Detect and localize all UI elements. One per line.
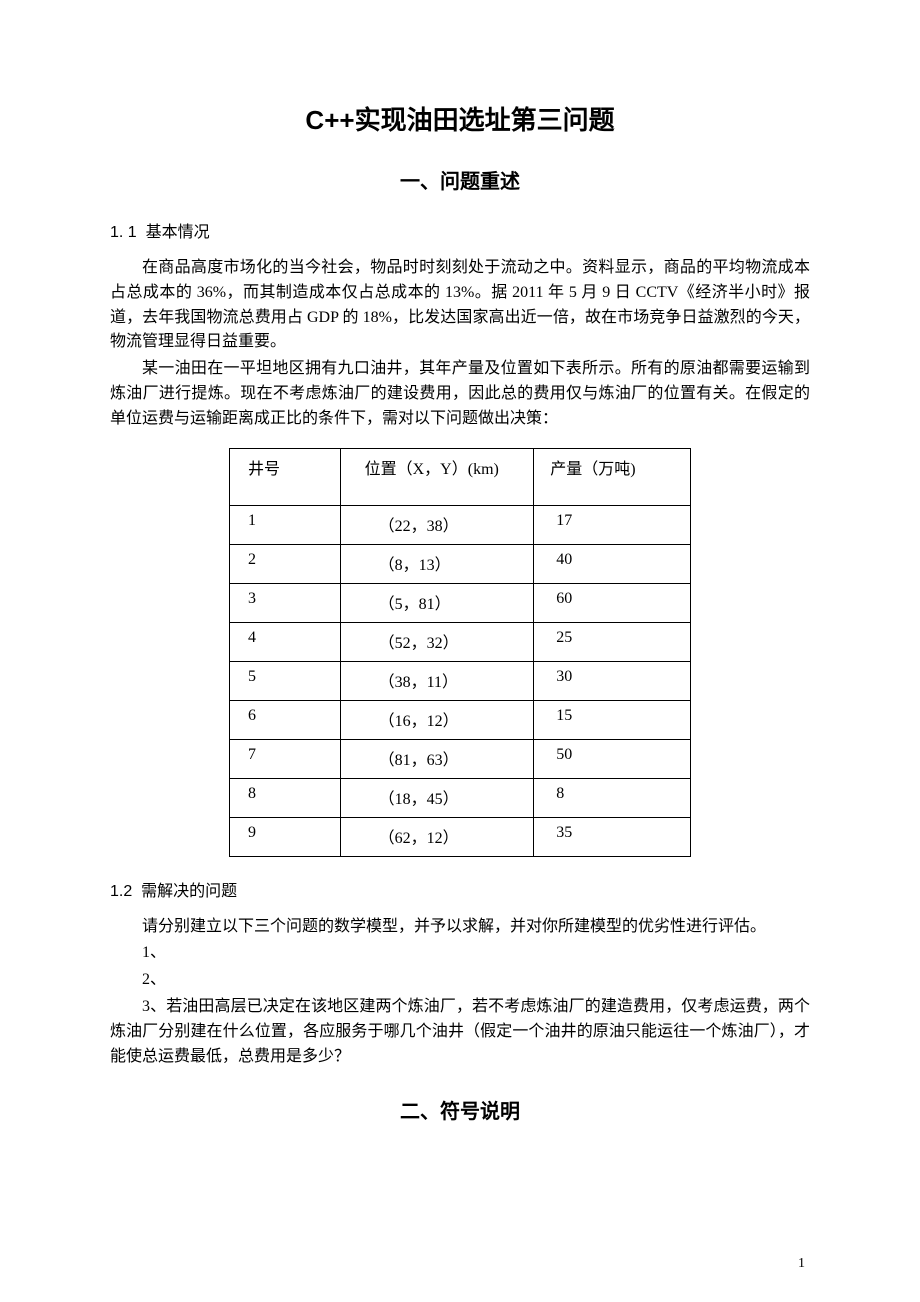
cell-id: 6	[230, 700, 341, 739]
paragraph: 请分别建立以下三个问题的数学模型，并予以求解，并对你所建模型的优劣性进行评估。	[110, 915, 810, 940]
list-item: 1、	[110, 941, 810, 966]
table-row: 2 （8，13） 40	[230, 544, 691, 583]
subsection-1-1-heading: 1. 1 基本情况	[110, 218, 810, 242]
document-page: C++实现油田选址第三问题 一、问题重述 1. 1 基本情况 在商品高度市场化的…	[0, 0, 920, 1302]
cell-out: 8	[534, 778, 691, 817]
cell-out: 60	[534, 583, 691, 622]
list-item: 3、若油田高层已决定在该地区建两个炼油厂，若不考虑炼油厂的建造费用，仅考虑运费，…	[110, 995, 810, 1069]
table-header-row: 井号 位置（X，Y）(km) 产量（万吨)	[230, 448, 691, 505]
cell-out: 35	[534, 817, 691, 856]
cell-id: 3	[230, 583, 341, 622]
cell-pos: （16，12）	[340, 700, 534, 739]
cell-out: 25	[534, 622, 691, 661]
cell-out: 50	[534, 739, 691, 778]
cell-pos: （8，13）	[340, 544, 534, 583]
cell-pos: （52，32）	[340, 622, 534, 661]
paragraph: 某一油田在一平坦地区拥有九口油井，其年产量及位置如下表所示。所有的原油都需要运输…	[110, 357, 810, 431]
cell-id: 7	[230, 739, 341, 778]
paragraph: 在商品高度市场化的当今社会，物品时时刻刻处于流动之中。资料显示，商品的平均物流成…	[110, 256, 810, 355]
table-row: 9 （62，12） 35	[230, 817, 691, 856]
table-body: 1 （22，38） 17 2 （8，13） 40 3 （5，81） 60 4 （…	[230, 505, 691, 856]
subsection-number: 1. 1	[110, 224, 137, 241]
cell-pos: （62，12）	[340, 817, 534, 856]
cell-id: 4	[230, 622, 341, 661]
cell-id: 1	[230, 505, 341, 544]
cell-id: 9	[230, 817, 341, 856]
section-1-heading: 一、问题重述	[110, 165, 810, 194]
table-row: 3 （5，81） 60	[230, 583, 691, 622]
cell-id: 8	[230, 778, 341, 817]
cell-id: 2	[230, 544, 341, 583]
table-row: 8 （18，45） 8	[230, 778, 691, 817]
table-header-cell: 位置（X，Y）(km)	[340, 448, 534, 505]
oil-well-table: 井号 位置（X，Y）(km) 产量（万吨) 1 （22，38） 17 2 （8，…	[229, 448, 691, 857]
subsection-1-2-heading: 1.2 需解决的问题	[110, 877, 810, 901]
subsection-number: 1.2	[110, 883, 132, 900]
cell-out: 30	[534, 661, 691, 700]
cell-out: 40	[534, 544, 691, 583]
table-row: 5 （38，11） 30	[230, 661, 691, 700]
cell-pos: （18，45）	[340, 778, 534, 817]
cell-pos: （22，38）	[340, 505, 534, 544]
cell-pos: （5，81）	[340, 583, 534, 622]
table-header-cell: 井号	[230, 448, 341, 505]
table-row: 6 （16，12） 15	[230, 700, 691, 739]
cell-out: 17	[534, 505, 691, 544]
subsection-label: 需解决的问题	[141, 883, 237, 900]
table-row: 4 （52，32） 25	[230, 622, 691, 661]
cell-id: 5	[230, 661, 341, 700]
cell-pos: （38，11）	[340, 661, 534, 700]
subsection-label: 基本情况	[146, 224, 210, 241]
cell-pos: （81，63）	[340, 739, 534, 778]
cell-out: 15	[534, 700, 691, 739]
table-row: 1 （22，38） 17	[230, 505, 691, 544]
section-2-heading: 二、符号说明	[110, 1095, 810, 1124]
page-number: 1	[798, 1256, 805, 1272]
table-header-cell: 产量（万吨)	[534, 448, 691, 505]
document-title: C++实现油田选址第三问题	[110, 100, 810, 137]
list-item: 2、	[110, 968, 810, 993]
table-row: 7 （81，63） 50	[230, 739, 691, 778]
